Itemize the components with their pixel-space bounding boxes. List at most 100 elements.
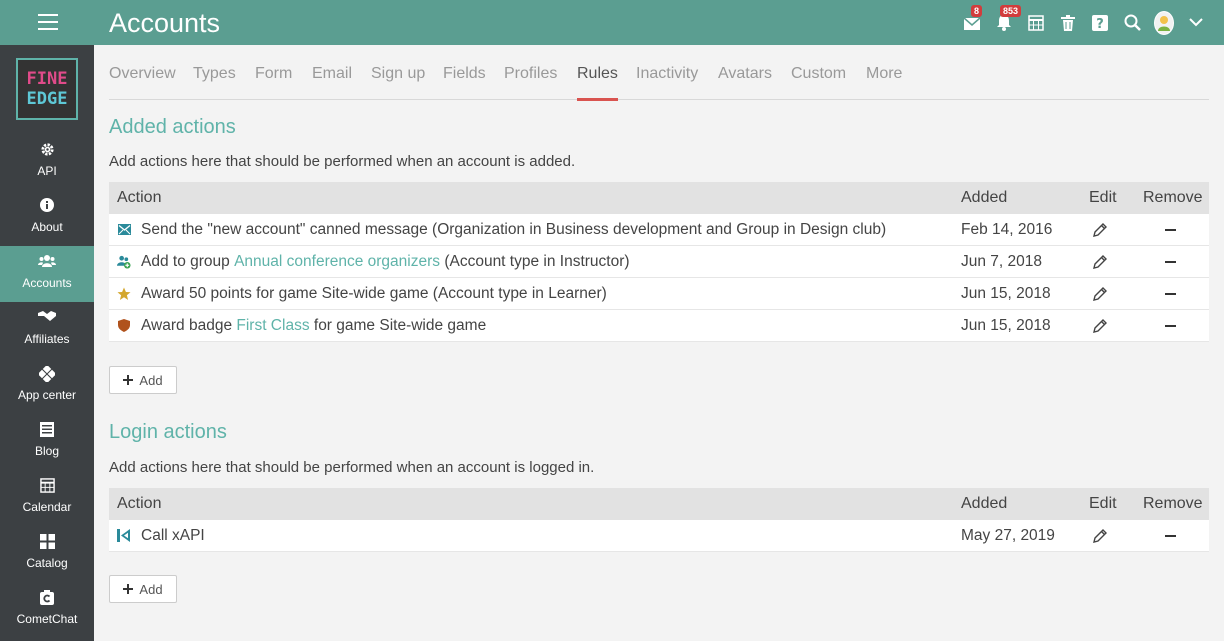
table-row: Award badge First Class for game Site-wi… bbox=[109, 310, 1209, 342]
users-icon bbox=[0, 254, 94, 270]
tab-overview[interactable]: Overview bbox=[109, 65, 176, 98]
pencil-icon[interactable] bbox=[1093, 310, 1107, 341]
calendar-grid-icon[interactable] bbox=[1026, 13, 1046, 33]
sidebar-item-label: Affiliates bbox=[24, 332, 70, 346]
header-remove: Remove bbox=[1143, 495, 1203, 512]
remove-icon[interactable] bbox=[1165, 310, 1176, 341]
table-row: Add to group Annual conference organizer… bbox=[109, 246, 1209, 278]
handshake-icon bbox=[0, 310, 94, 326]
badge-icon bbox=[117, 319, 131, 333]
tab-bar: Overview Types Form Email Sign up Fields… bbox=[109, 65, 1209, 101]
added-date: May 27, 2019 bbox=[961, 526, 1055, 544]
pencil-icon[interactable] bbox=[1093, 246, 1107, 277]
messages-badge: 8 bbox=[971, 4, 983, 17]
star-icon bbox=[117, 287, 131, 301]
add-label: Add bbox=[139, 372, 163, 388]
header-added: Added bbox=[961, 495, 1008, 512]
pencil-icon[interactable] bbox=[1093, 214, 1107, 245]
action-text-suffix: for game Site-wide game bbox=[309, 316, 487, 334]
catalog-icon bbox=[0, 534, 94, 550]
pencil-icon[interactable] bbox=[1093, 520, 1107, 551]
sidebar-item-api[interactable]: API bbox=[0, 134, 94, 190]
action-text: Add to group bbox=[141, 252, 235, 270]
header-added: Added bbox=[961, 189, 1008, 206]
add-login-action-button[interactable]: Add bbox=[109, 575, 177, 603]
sidebar-item-label: Accounts bbox=[22, 276, 72, 290]
added-date: Feb 14, 2016 bbox=[961, 220, 1053, 238]
tab-more[interactable]: More bbox=[866, 65, 902, 98]
login-actions-title: Login actions bbox=[109, 421, 227, 443]
table-row: Award 50 points for game Site-wide game … bbox=[109, 278, 1209, 310]
table-row: Call xAPI May 27, 2019 bbox=[109, 520, 1209, 552]
sidebar-item-affiliates[interactable]: Affiliates bbox=[0, 302, 94, 358]
header-remove: Remove bbox=[1143, 189, 1203, 206]
top-icons: 8 853 ? bbox=[962, 0, 1206, 45]
trash-icon[interactable] bbox=[1058, 13, 1078, 33]
logo-line-1: FINE bbox=[26, 69, 68, 89]
tab-types[interactable]: Types bbox=[193, 65, 236, 98]
envelope-icon bbox=[117, 223, 131, 237]
tab-custom[interactable]: Custom bbox=[791, 65, 846, 98]
tab-avatars[interactable]: Avatars bbox=[718, 65, 772, 98]
sidebar-item-label: Blog bbox=[34, 444, 60, 458]
add-added-action-button[interactable]: Add bbox=[109, 366, 177, 394]
sidebar-item-about[interactable]: About bbox=[0, 190, 94, 246]
messages-icon[interactable]: 8 bbox=[962, 4, 983, 33]
tab-profiles[interactable]: Profiles bbox=[504, 65, 557, 98]
tab-fields[interactable]: Fields bbox=[443, 65, 486, 98]
notifications-badge: 853 bbox=[1000, 4, 1022, 17]
header-edit: Edit bbox=[1089, 495, 1117, 512]
calendar-icon bbox=[0, 478, 94, 494]
header-action: Action bbox=[117, 189, 162, 206]
logo[interactable]: FINE EDGE bbox=[16, 58, 78, 120]
sidebar-item-label: API bbox=[37, 164, 57, 178]
top-bar: Accounts 8 853 ? bbox=[0, 0, 1224, 45]
svg-text:?: ? bbox=[1096, 17, 1104, 31]
notifications-icon[interactable]: 853 bbox=[994, 4, 1022, 33]
login-actions-description: Add actions here that should be performe… bbox=[109, 459, 595, 476]
table-header: Action Added Edit Remove bbox=[109, 488, 1209, 520]
tab-form[interactable]: Form bbox=[255, 65, 292, 98]
pencil-icon[interactable] bbox=[1093, 278, 1107, 309]
sidebar-item-app-center[interactable]: App center bbox=[0, 358, 94, 414]
add-label: Add bbox=[139, 581, 163, 597]
added-date: Jun 7, 2018 bbox=[961, 252, 1043, 270]
action-text: Call xAPI bbox=[141, 526, 205, 544]
remove-icon[interactable] bbox=[1165, 214, 1176, 245]
sidebar-item-label: Catalog bbox=[26, 556, 68, 570]
avatar[interactable] bbox=[1154, 10, 1174, 35]
sidebar-item-cometchat[interactable]: CometChat bbox=[0, 582, 94, 638]
menu-icon[interactable] bbox=[38, 14, 58, 30]
sidebar-item-calendar[interactable]: Calendar bbox=[0, 470, 94, 526]
sidebar-item-blog[interactable]: Blog bbox=[0, 414, 94, 470]
xapi-icon bbox=[117, 529, 131, 543]
added-actions-table: Action Added Edit Remove Send the "new a… bbox=[109, 182, 1209, 342]
remove-icon[interactable] bbox=[1165, 246, 1176, 277]
sidebar-item-label: About bbox=[31, 220, 63, 234]
cometchat-icon bbox=[0, 590, 94, 606]
tab-sign-up[interactable]: Sign up bbox=[371, 65, 425, 98]
blog-icon bbox=[0, 422, 94, 438]
action-text: Award 50 points for game Site-wide game … bbox=[141, 284, 607, 302]
tab-email[interactable]: Email bbox=[312, 65, 352, 98]
logo-line-2: EDGE bbox=[26, 89, 68, 109]
action-text: Send the "new account" canned message (O… bbox=[141, 220, 887, 238]
sidebar-item-accounts[interactable]: Accounts bbox=[0, 246, 94, 302]
group-link[interactable]: Annual conference organizers bbox=[234, 253, 440, 271]
remove-icon[interactable] bbox=[1165, 278, 1176, 309]
header-edit: Edit bbox=[1089, 189, 1117, 206]
tab-rules[interactable]: Rules bbox=[577, 65, 618, 101]
gear-icon bbox=[0, 142, 94, 158]
added-actions-title: Added actions bbox=[109, 116, 236, 138]
remove-icon[interactable] bbox=[1165, 520, 1176, 551]
search-icon[interactable] bbox=[1122, 13, 1142, 33]
badge-link[interactable]: First Class bbox=[236, 317, 309, 335]
tab-inactivity[interactable]: Inactivity bbox=[636, 65, 698, 98]
table-header: Action Added Edit Remove bbox=[109, 182, 1209, 214]
info-icon bbox=[0, 198, 94, 214]
sidebar-item-label: CometChat bbox=[16, 612, 78, 626]
chevron-down-icon[interactable] bbox=[1186, 13, 1206, 33]
help-icon[interactable]: ? bbox=[1090, 13, 1110, 33]
sidebar-item-catalog[interactable]: Catalog bbox=[0, 526, 94, 582]
table-row: Send the "new account" canned message (O… bbox=[109, 214, 1209, 246]
